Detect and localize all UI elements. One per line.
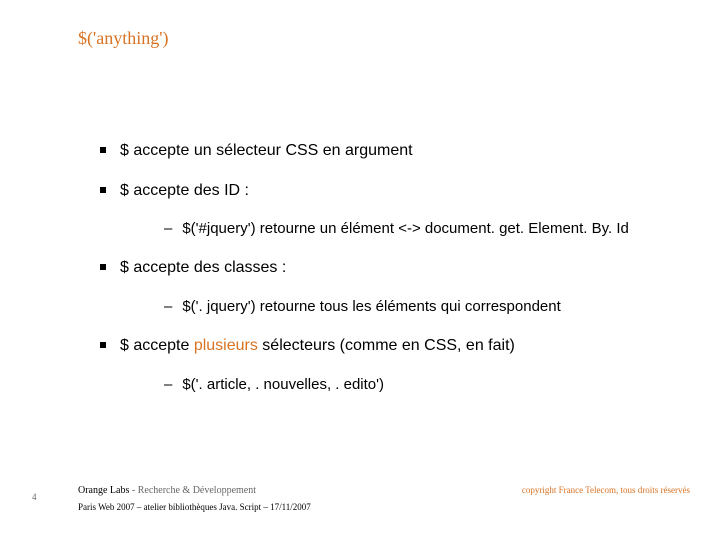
bullet-text: $('. jquery') retourne tous les éléments… [182, 297, 560, 317]
bullet-suffix: sélecteurs (comme en CSS, en fait) [258, 337, 515, 354]
sub-bullet-item: – $('#jquery') retourne un élément <-> d… [164, 219, 690, 239]
slide-content: $ accepte un sélecteur CSS en argument $… [100, 140, 690, 413]
bullet-accent: plusieurs [194, 337, 258, 354]
bullet-text: $ accepte des classes : [120, 257, 286, 279]
org-name: Orange Labs [78, 485, 129, 496]
footer-copyright: copyright France Telecom, tous droits ré… [522, 485, 690, 495]
footer-top-row: Orange Labs - Recherche & Développement … [78, 485, 690, 496]
bullet-item: $ accepte des ID : [100, 180, 690, 202]
square-bullet-icon [100, 342, 106, 348]
dash-bullet-icon: – [164, 297, 172, 317]
slide-footer: Orange Labs - Recherche & Développement … [78, 485, 690, 512]
bullet-item: $ accepte des classes : [100, 257, 690, 279]
org-dept: - Recherche & Développement [132, 485, 256, 496]
bullet-text: $('#jquery') retourne un élément <-> doc… [182, 219, 629, 239]
square-bullet-icon [100, 187, 106, 193]
page-number: 4 [32, 492, 37, 502]
square-bullet-icon [100, 264, 106, 270]
dash-bullet-icon: – [164, 375, 172, 395]
bullet-text: $ accepte plusieurs sélecteurs (comme en… [120, 335, 515, 357]
bullet-prefix: $ accepte [120, 337, 194, 354]
bullet-text: $('. article, . nouvelles, . edito') [182, 375, 384, 395]
bullet-item: $ accepte un sélecteur CSS en argument [100, 140, 690, 162]
bullet-text: $ accepte des ID : [120, 180, 249, 202]
footer-event: Paris Web 2007 – atelier bibliothèques J… [78, 502, 690, 512]
dept-text: Recherche & Développement [138, 485, 256, 496]
slide-title: $('anything') [78, 28, 168, 49]
sub-bullet-item: – $('. jquery') retourne tous les élémen… [164, 297, 690, 317]
bullet-text: $ accepte un sélecteur CSS en argument [120, 140, 413, 162]
square-bullet-icon [100, 147, 106, 153]
sub-bullet-item: – $('. article, . nouvelles, . edito') [164, 375, 690, 395]
slide: $('anything') $ accepte un sélecteur CSS… [0, 0, 720, 540]
dash-bullet-icon: – [164, 219, 172, 239]
footer-org: Orange Labs - Recherche & Développement [78, 485, 256, 496]
bullet-item: $ accepte plusieurs sélecteurs (comme en… [100, 335, 690, 357]
